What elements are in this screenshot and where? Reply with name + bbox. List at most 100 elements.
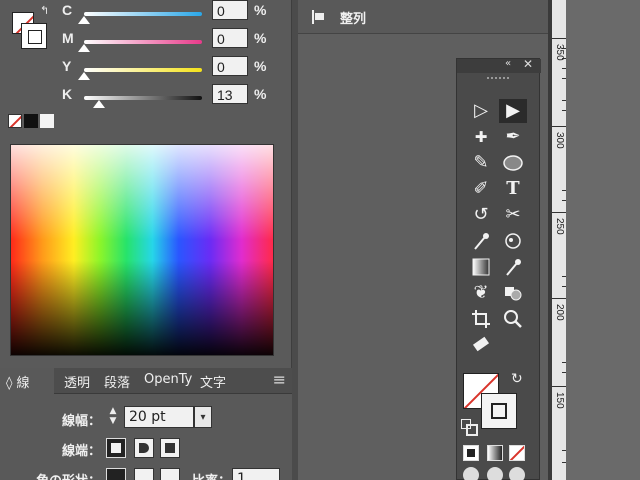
swatch-black[interactable]	[24, 114, 38, 128]
ellipse-tool-icon[interactable]	[499, 151, 527, 175]
collapse-icon[interactable]: «	[505, 58, 511, 69]
ruler-label-text: 300	[554, 132, 565, 149]
slider-thumb-y[interactable]	[78, 72, 90, 80]
ratio-label: 比率：	[192, 470, 231, 480]
slider-unit-y: %	[254, 58, 267, 74]
color-spectrum[interactable]	[10, 144, 274, 356]
tab-character[interactable]: 文字	[200, 372, 226, 391]
crop-tool-icon[interactable]	[467, 307, 495, 331]
slider-label-m: M	[62, 30, 74, 46]
align-panel-title: 整列	[340, 12, 367, 27]
slider-track-c[interactable]	[84, 12, 202, 16]
slider-label-c: C	[62, 2, 73, 18]
default-colors-icon[interactable]	[461, 419, 478, 436]
eraser-tool-icon[interactable]	[467, 333, 495, 357]
ruler-label-text: 350	[554, 44, 565, 61]
puppet-warp-tool-icon[interactable]	[499, 229, 527, 253]
brush-tool-icon[interactable]: ✐	[467, 177, 495, 201]
stroke-color-box[interactable]	[481, 393, 517, 429]
swatch-white[interactable]	[40, 114, 54, 128]
slider-track-y[interactable]	[84, 68, 202, 72]
type-tool-icon[interactable]: T	[499, 177, 527, 201]
gradient-tool-icon[interactable]	[467, 255, 495, 279]
scissors-tool-icon[interactable]: ✂	[499, 203, 527, 227]
align-panel-header[interactable]: 整列	[298, 0, 548, 34]
vertical-ruler[interactable]: 350 300 250 200 150	[552, 0, 566, 480]
slider-thumb-c[interactable]	[78, 16, 90, 24]
panel-divider[interactable]	[292, 0, 298, 480]
puppet-glyph	[505, 233, 521, 249]
swatch-none[interactable]	[8, 114, 22, 128]
panel-menu-icon[interactable]: ≡	[273, 370, 286, 389]
stroke-panel: ◊ 線 透明 段落 OpenTy 文字 ≡ 線幅： ▲ ▼ 20 pt ▾ 線端：…	[0, 368, 292, 480]
ruler-label-text: 150	[554, 392, 565, 409]
add-anchor-tool-icon[interactable]: ✚	[467, 125, 495, 149]
slider-unit-c: %	[254, 2, 267, 18]
weight-dropdown-chevron-icon[interactable]: ▾	[194, 406, 212, 428]
draw-behind-icon[interactable]	[487, 467, 503, 480]
none-mode-button[interactable]	[509, 445, 525, 461]
tab-transparency[interactable]: 透明	[64, 372, 90, 391]
blend-tool-icon[interactable]: ❦	[467, 281, 495, 305]
tools-panel: « ✕ ▷ ▶ ✚ ✒ ✎ ✐ T ↺ ✂ ❦ ↻	[456, 57, 541, 480]
slider-value-y[interactable]: 0	[212, 56, 248, 76]
direct-selection-tool-icon[interactable]: ▷	[467, 99, 495, 123]
swap-fill-stroke-icon[interactable]: ↻	[511, 371, 523, 387]
projecting-cap-button[interactable]	[160, 438, 180, 458]
ruler-label: 250	[553, 218, 565, 238]
ellipse-glyph	[503, 155, 523, 171]
color-mode-button[interactable]	[463, 445, 479, 461]
slider-value-m[interactable]: 0	[212, 28, 248, 48]
quick-swatches	[8, 114, 58, 128]
draw-inside-icon[interactable]	[509, 467, 525, 480]
weight-input[interactable]: 20 pt	[124, 406, 194, 428]
slider-value-c[interactable]: 0	[212, 0, 248, 20]
shape-builder-tool-icon[interactable]	[499, 281, 527, 305]
slider-thumb-k[interactable]	[93, 100, 105, 108]
eyedropper-tool-icon[interactable]	[467, 229, 495, 253]
tab-stroke[interactable]: ◊ 線	[0, 368, 54, 395]
weight-stepper[interactable]: ▲ ▼	[106, 406, 120, 428]
slider-label-k: K	[62, 86, 73, 102]
slider-row-k: K 13 %	[0, 84, 292, 116]
slider-track-m[interactable]	[84, 40, 202, 44]
round-cap-button[interactable]	[134, 438, 154, 458]
zoom-glyph	[504, 310, 522, 328]
close-icon[interactable]: ✕	[523, 57, 533, 71]
selection-tool-icon[interactable]: ▶	[499, 99, 527, 123]
slider-label-y: Y	[62, 58, 72, 74]
shape-builder-glyph	[505, 287, 522, 301]
draw-normal-icon[interactable]	[463, 467, 479, 480]
slider-row-y: Y 0 %	[0, 56, 292, 88]
rotate-tool-icon[interactable]: ↺	[467, 203, 495, 227]
ruler-major-tick	[552, 38, 566, 39]
slider-value-k[interactable]: 13	[212, 84, 248, 104]
eyedropper-glyph	[474, 233, 489, 250]
cap-label: 線端：	[62, 444, 102, 459]
drag-grip-icon[interactable]	[487, 77, 509, 80]
slider-thumb-m[interactable]	[78, 44, 90, 52]
corner-label: 角の形状：	[36, 470, 101, 480]
eraser-glyph	[472, 336, 490, 352]
curvature-tool-icon[interactable]: ✎	[467, 151, 495, 175]
zoom-tool-icon[interactable]	[499, 307, 527, 331]
slider-row-c: C 0 %	[0, 0, 292, 32]
eyedropper-alt-tool-icon[interactable]	[499, 255, 527, 279]
ruler-label: 150	[553, 392, 565, 412]
bevel-join-button[interactable]	[160, 468, 180, 480]
eyedropper-alt-glyph	[506, 259, 521, 276]
gradient-mode-button[interactable]	[487, 445, 503, 461]
ratio-input[interactable]: 1	[232, 468, 280, 480]
round-join-button[interactable]	[134, 468, 154, 480]
ruler-label-text: 200	[554, 304, 565, 321]
tab-opentype[interactable]: OpenTy	[144, 372, 192, 387]
ruler-label-text: 250	[554, 218, 565, 235]
weight-label: 線幅：	[62, 414, 102, 429]
miter-join-button[interactable]	[106, 468, 126, 480]
pen-tool-icon[interactable]: ✒	[499, 125, 527, 149]
tools-titlebar[interactable]: « ✕	[457, 57, 541, 73]
ruler-major-tick	[552, 386, 566, 387]
tab-paragraph[interactable]: 段落	[104, 372, 130, 391]
butt-cap-button[interactable]	[106, 438, 126, 458]
butt-cap-icon	[111, 443, 121, 453]
